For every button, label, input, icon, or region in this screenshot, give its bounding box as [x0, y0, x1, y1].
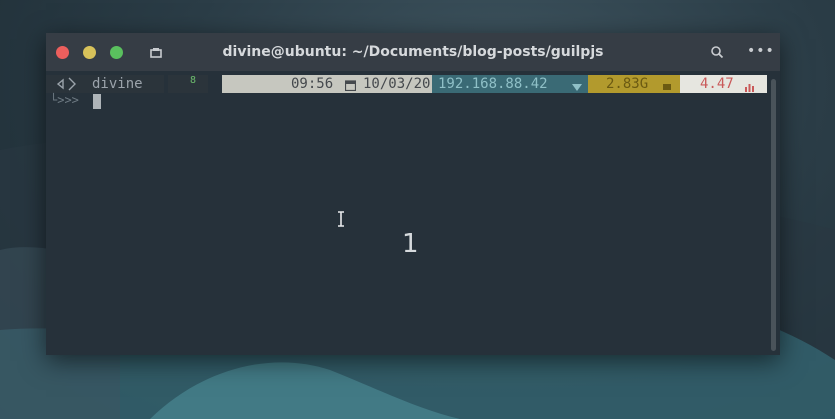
shell-prompt: divine 8 09:56 10/03/20 192.168.88.42 2.… — [46, 75, 767, 93]
prompt-username: divine — [92, 76, 143, 92]
prompt-user-segment: divine — [46, 75, 164, 93]
terminal-body[interactable]: divine 8 09:56 10/03/20 192.168.88.42 2.… — [46, 71, 780, 355]
load-average: 4.47 — [700, 76, 734, 92]
memory-usage: 2.83G — [606, 76, 649, 92]
calendar-icon — [344, 78, 357, 96]
ip-address: 192.168.88.42 — [438, 76, 548, 92]
menu-button[interactable]: ••• — [747, 43, 775, 59]
prompt-load-segment: 4.47 — [680, 75, 767, 93]
memory-icon — [662, 79, 672, 97]
terminal-window[interactable]: divine@ubuntu: ~/Documents/blog-posts/gu… — [46, 33, 780, 355]
prompt-time: 09:56 — [291, 76, 334, 92]
chart-icon — [744, 79, 755, 97]
window-titlebar[interactable]: divine@ubuntu: ~/Documents/blog-posts/gu… — [46, 33, 780, 71]
prompt-ip-segment: 192.168.88.42 — [432, 75, 588, 93]
prompt-second-line: └>>> — [50, 93, 79, 107]
mouse-ibeam-cursor — [336, 211, 346, 231]
git-count: 8 — [190, 75, 197, 86]
search-icon[interactable] — [710, 44, 724, 63]
prompt-memory-segment: 2.83G — [588, 75, 680, 93]
overlay-step-number: 1 — [402, 229, 419, 259]
scrollbar[interactable] — [771, 79, 776, 351]
prompt-date: 10/03/20 — [363, 76, 431, 92]
prompt-time-segment: 09:56 10/03/20 — [222, 75, 432, 93]
network-icon — [572, 79, 582, 97]
window-title: divine@ubuntu: ~/Documents/blog-posts/gu… — [222, 44, 604, 60]
prompt-git-segment: 8 — [168, 75, 208, 93]
text-cursor — [93, 94, 101, 109]
